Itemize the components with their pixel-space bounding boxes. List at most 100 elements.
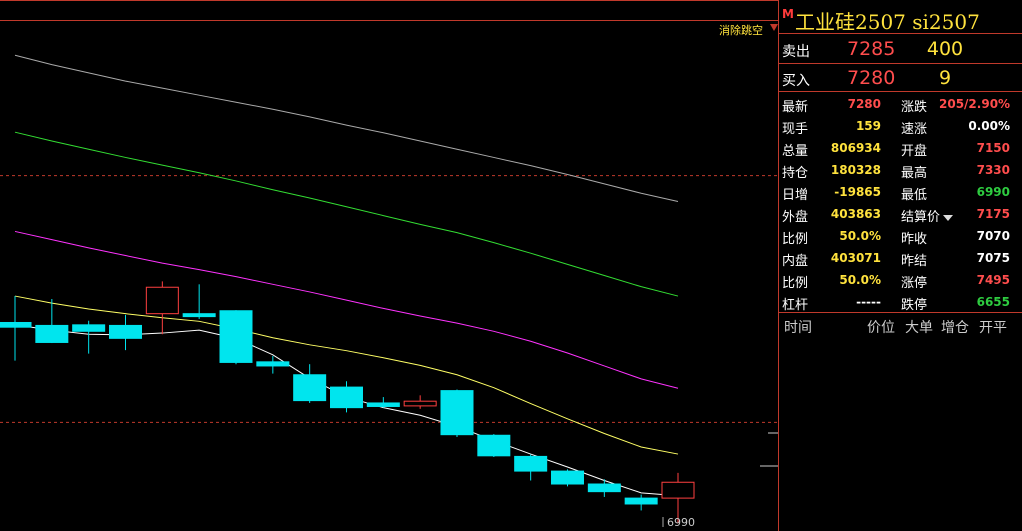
quote-stat-row: 比例 50.0% 涨停 7495 — [779, 269, 1022, 291]
candle-body — [514, 455, 548, 472]
candle[interactable] — [293, 364, 327, 403]
stat-label: 涨跌 — [901, 100, 928, 115]
low-price-label: 6990 — [667, 516, 695, 529]
ticks-col-open-close: 开平 — [979, 320, 1007, 336]
stat-label: 昨结 — [901, 254, 928, 269]
moving-average-line — [14, 54, 679, 202]
kline-chart[interactable]: 消除跳空 6990 — [0, 0, 778, 531]
stat-label: 最高 — [901, 166, 928, 181]
quote-stat-row: 外盘 403863 结算价 7175 — [779, 203, 1022, 225]
stat-label: 涨停 — [901, 276, 928, 291]
candle-body — [0, 321, 32, 328]
candle[interactable] — [35, 298, 69, 344]
quote-panel: M 工业硅2507 si2507 卖出 7285 400 买入 7280 9 最… — [778, 0, 1022, 531]
candle-body — [145, 286, 179, 315]
ask-volume: 400 — [926, 38, 964, 60]
candle[interactable] — [219, 310, 253, 365]
stat-label: 日增 — [782, 188, 809, 203]
stat-value: -19865 — [834, 185, 881, 199]
ticks-col-oi: 增仓 — [941, 320, 969, 336]
candle[interactable] — [477, 434, 511, 457]
candle-body — [366, 402, 400, 407]
bid-price: 7280 — [847, 67, 896, 89]
moving-average-line — [14, 230, 679, 389]
chart-corner-arrow-icon — [770, 24, 778, 31]
candle-body — [477, 434, 511, 457]
stat-value: 7070 — [976, 229, 1010, 243]
candle[interactable] — [440, 389, 474, 438]
candle-body — [256, 361, 290, 367]
candle-body — [182, 313, 216, 318]
stat-label: 最低 — [901, 188, 928, 203]
moving-average-line — [14, 131, 679, 297]
stat-value: 0.00% — [968, 119, 1010, 133]
candle-body — [624, 497, 658, 505]
stat-label: 结算价 — [901, 210, 941, 225]
candle[interactable] — [72, 320, 106, 354]
stat-value: 7075 — [976, 251, 1010, 265]
stat-value: 7280 — [847, 97, 881, 111]
candle[interactable] — [145, 281, 179, 335]
stat-label: 总量 — [782, 144, 809, 159]
candle[interactable] — [514, 454, 548, 481]
stat-value: 50.0% — [839, 273, 881, 287]
moving-average-line — [14, 295, 679, 455]
candle[interactable] — [109, 314, 142, 351]
candle-body — [440, 390, 474, 436]
candle[interactable] — [330, 381, 363, 413]
stat-value: 7330 — [976, 163, 1010, 177]
candle[interactable] — [624, 494, 658, 511]
candle-body — [661, 481, 695, 499]
candle-body — [330, 386, 363, 409]
candle-body — [551, 470, 584, 485]
instrument-title[interactable]: 工业硅2507 si2507 — [795, 6, 980, 35]
stat-value: 180328 — [830, 163, 881, 177]
stat-value: 806934 — [830, 141, 881, 155]
stat-label: 最新 — [782, 100, 809, 115]
quote-stat-row: 日增 -19865 最低 6990 — [779, 181, 1022, 203]
stat-label: 杠杆 — [782, 298, 809, 313]
ticks-col-time: 时间 — [784, 320, 812, 336]
bid-row[interactable]: 买入 7280 9 — [779, 64, 1022, 92]
candle-body — [403, 400, 437, 407]
stat-label: 开盘 — [901, 144, 928, 159]
candle-body — [72, 324, 106, 332]
stat-value: 6990 — [976, 185, 1010, 199]
candle-body — [293, 374, 327, 402]
clear-gap-label[interactable]: 消除跳空 — [719, 23, 763, 37]
candle[interactable] — [403, 395, 437, 409]
divider — [779, 91, 1022, 92]
stat-label: 外盘 — [782, 210, 809, 225]
ask-label: 卖出 — [782, 44, 810, 60]
stat-value: 159 — [855, 119, 881, 133]
quote-stat-row: 比例 50.0% 昨收 7070 — [779, 225, 1022, 247]
ask-row[interactable]: 卖出 7285 400 — [779, 35, 1022, 63]
stat-label: 现手 — [782, 122, 809, 137]
ticks-col-price: 价位 — [867, 320, 895, 336]
stat-value: 6655 — [976, 295, 1010, 309]
stat-value: ----- — [856, 295, 881, 309]
stat-value: 403071 — [830, 251, 881, 265]
instrument-header: M 工业硅2507 si2507 — [779, 0, 1022, 34]
stat-label: 昨收 — [901, 232, 928, 247]
ticks-header: 时间 价位 大单 增仓 开平 — [779, 316, 1022, 336]
stat-label: 跌停 — [901, 298, 928, 313]
candle[interactable] — [256, 355, 290, 374]
stat-value: 205/2.90% — [939, 97, 1011, 111]
candle[interactable] — [182, 284, 216, 319]
candle-body — [219, 310, 253, 363]
quote-stat-row: 现手 159 速涨 0.00% — [779, 115, 1022, 137]
quote-stat-row: 杠杆 ----- 跌停 6655 — [779, 291, 1022, 313]
candle[interactable] — [366, 397, 400, 408]
stat-label: 比例 — [782, 276, 809, 291]
quote-stat-row: 内盘 403071 昨结 7075 — [779, 247, 1022, 269]
quote-stat-row: 最新 7280 涨跌 205/2.90% — [779, 93, 1022, 115]
stat-label: 内盘 — [782, 254, 809, 269]
stat-value: 50.0% — [839, 229, 881, 243]
candle[interactable] — [0, 296, 32, 361]
candle[interactable] — [587, 479, 621, 497]
stat-label: 速涨 — [901, 122, 928, 137]
candle[interactable] — [551, 469, 584, 487]
bid-label: 买入 — [782, 73, 810, 89]
kline-svg[interactable]: 消除跳空 6990 — [0, 0, 778, 531]
